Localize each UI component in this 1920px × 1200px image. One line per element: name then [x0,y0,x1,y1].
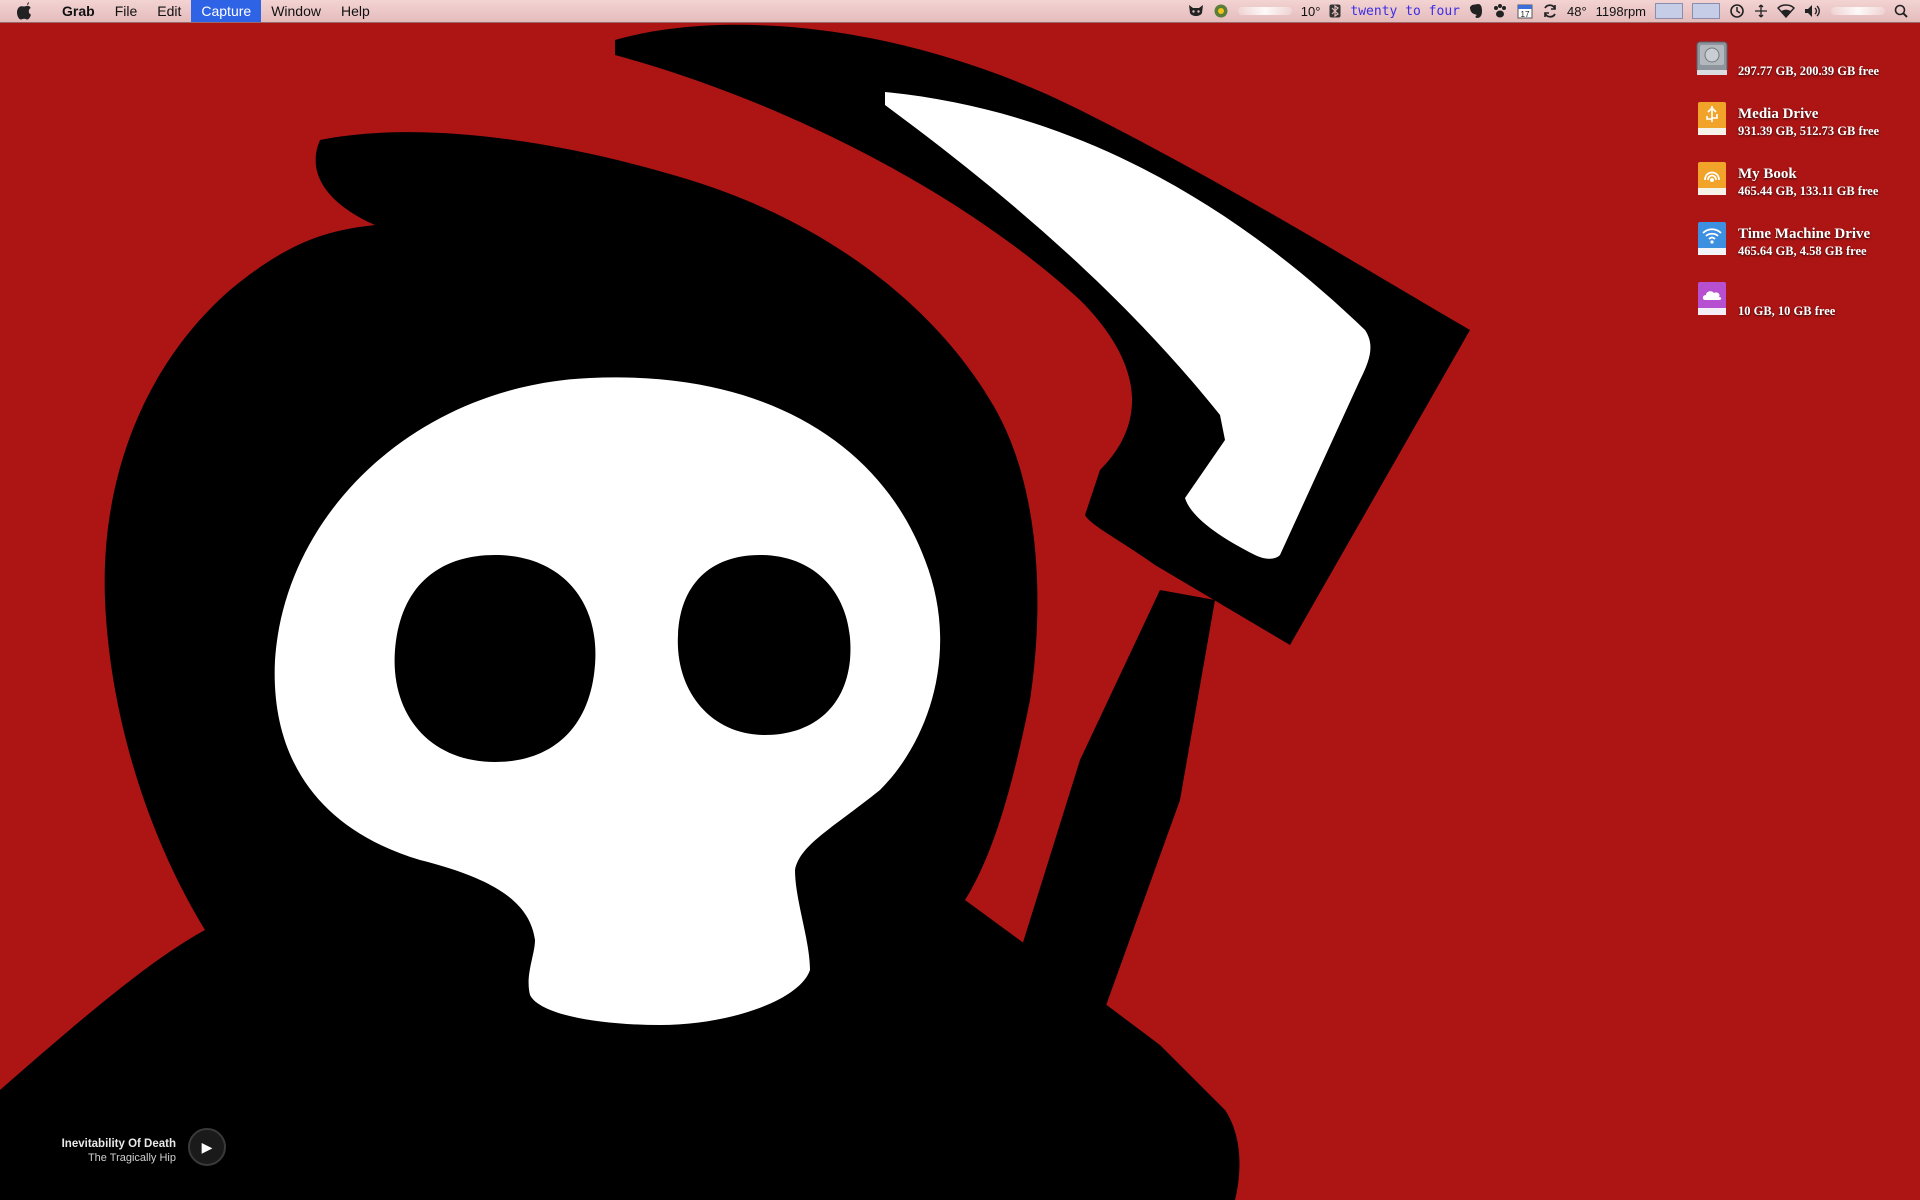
weather-temperature[interactable]: 10° [1301,4,1321,19]
cpu-temperature[interactable]: 48° [1567,4,1587,19]
volume-icon[interactable] [1804,0,1822,22]
paw-icon[interactable] [1492,0,1508,22]
bluetooth-icon[interactable] [1329,0,1341,22]
desktop-drives: 297.77 GB, 200.39 GB free Media Drive 93… [1694,36,1920,336]
menu-capture[interactable]: Capture [191,0,262,22]
track-artist: The Tragically Hip [87,1152,176,1164]
play-button[interactable]: ▶ [188,1128,226,1166]
evernote-icon[interactable] [1469,0,1483,22]
apple-icon[interactable] [16,2,38,20]
menu-window[interactable]: Window [261,0,331,22]
status-area: 10° twenty to four 17 48° 1198rpm [1188,0,1920,22]
sync-icon[interactable] [1542,0,1558,22]
internal-drive-icon [1696,41,1728,75]
menu-edit[interactable]: Edit [147,0,191,22]
drive-name: My Book [1738,166,1797,182]
drive-my-book[interactable]: My Book 465.44 GB, 133.11 GB free [1694,156,1920,216]
cloud-drive-icon [1698,282,1726,315]
memory-meter[interactable] [1655,3,1683,19]
drive-time-machine[interactable]: Time Machine Drive 465.64 GB, 4.58 GB fr… [1694,216,1920,276]
drive-internal[interactable]: 297.77 GB, 200.39 GB free [1694,36,1920,96]
cpu-meter[interactable] [1692,3,1720,19]
drive-info: 297.77 GB, 200.39 GB free [1738,64,1880,78]
menu-bar: Grab File Edit Capture Window Help 10° t… [0,0,1920,23]
cat-icon[interactable] [1188,0,1204,22]
drive-media[interactable]: Media Drive 931.39 GB, 512.73 GB free [1694,96,1920,156]
menu-help[interactable]: Help [331,0,380,22]
drive-name: Media Drive [1738,106,1819,122]
menu-app-grab[interactable]: Grab [52,0,105,22]
drive-info: 931.39 GB, 512.73 GB free [1738,124,1880,138]
drive-info: 10 GB, 10 GB free [1738,304,1836,318]
wifi-drive-icon [1698,222,1726,255]
drive-info: 465.64 GB, 4.58 GB free [1738,244,1867,258]
drive-info: 465.44 GB, 133.11 GB free [1738,184,1879,198]
arrows-icon[interactable] [1754,0,1768,22]
spotlight-icon[interactable] [1894,0,1908,22]
calendar-icon[interactable]: 17 [1517,0,1533,22]
track-title: Inevitability Of Death [61,1138,176,1150]
fan-speed[interactable]: 1198rpm [1596,4,1646,19]
drive-cloud[interactable]: 10 GB, 10 GB free [1694,276,1920,336]
blurred-user-name [1831,7,1885,15]
now-playing-widget: Inevitability Of Death The Tragically Hi… [40,1126,240,1172]
fuzzy-clock[interactable]: twenty to four [1350,4,1460,19]
wifi-icon[interactable] [1777,0,1795,22]
time-machine-icon[interactable] [1729,0,1745,22]
firewire-drive-icon [1698,162,1726,195]
play-icon: ▶ [201,1138,213,1155]
weather-icon[interactable] [1213,0,1229,22]
blurred-weather-location [1237,7,1292,15]
drive-name: Time Machine Drive [1738,226,1871,242]
menu-file[interactable]: File [105,0,148,22]
desktop-wallpaper [0,0,1920,1200]
usb-drive-icon [1698,102,1726,135]
calendar-day: 17 [1521,10,1530,19]
